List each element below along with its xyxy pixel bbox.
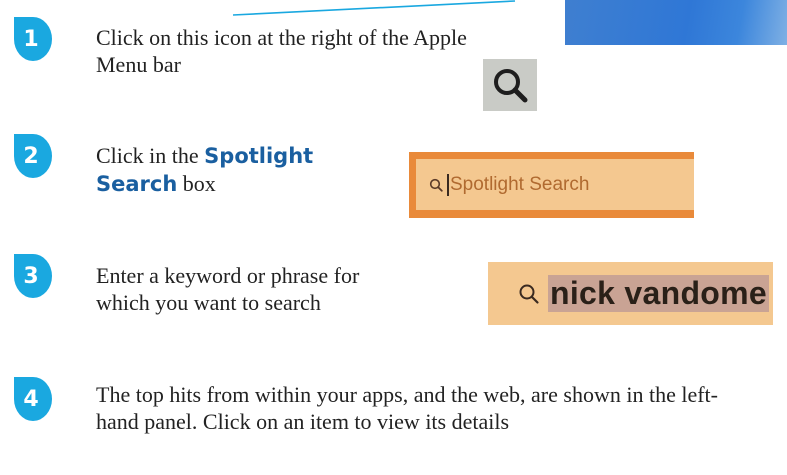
spotlight-menu-icon-button[interactable] [483, 59, 537, 111]
search-icon [519, 284, 539, 304]
step-1-text: Click on this icon at the right of the A… [96, 25, 467, 77]
step-number-badge-2: 2 [14, 134, 52, 178]
step-number-badge-1: 1 [14, 17, 52, 61]
step-number-badge-4: 4 [14, 377, 52, 421]
step-2-text: Click in the Spotlight Search box [96, 143, 314, 196]
menu-bar-screenshot-fragment [565, 0, 787, 45]
spotlight-placeholder: Spotlight Search [450, 173, 590, 195]
search-query-field[interactable]: nick vandome [488, 262, 773, 325]
search-icon [429, 178, 443, 192]
text-cursor [447, 173, 449, 196]
step-number-badge-3: 3 [14, 254, 52, 298]
magnifier-icon [494, 69, 528, 103]
search-query-text: nick vandome [548, 275, 770, 312]
spotlight-search-field[interactable]: Spotlight Search [409, 152, 694, 218]
step-3-text: Enter a keyword or phrase for which you … [96, 263, 360, 315]
step-4-text: The top hits from within your apps, and … [96, 382, 718, 434]
